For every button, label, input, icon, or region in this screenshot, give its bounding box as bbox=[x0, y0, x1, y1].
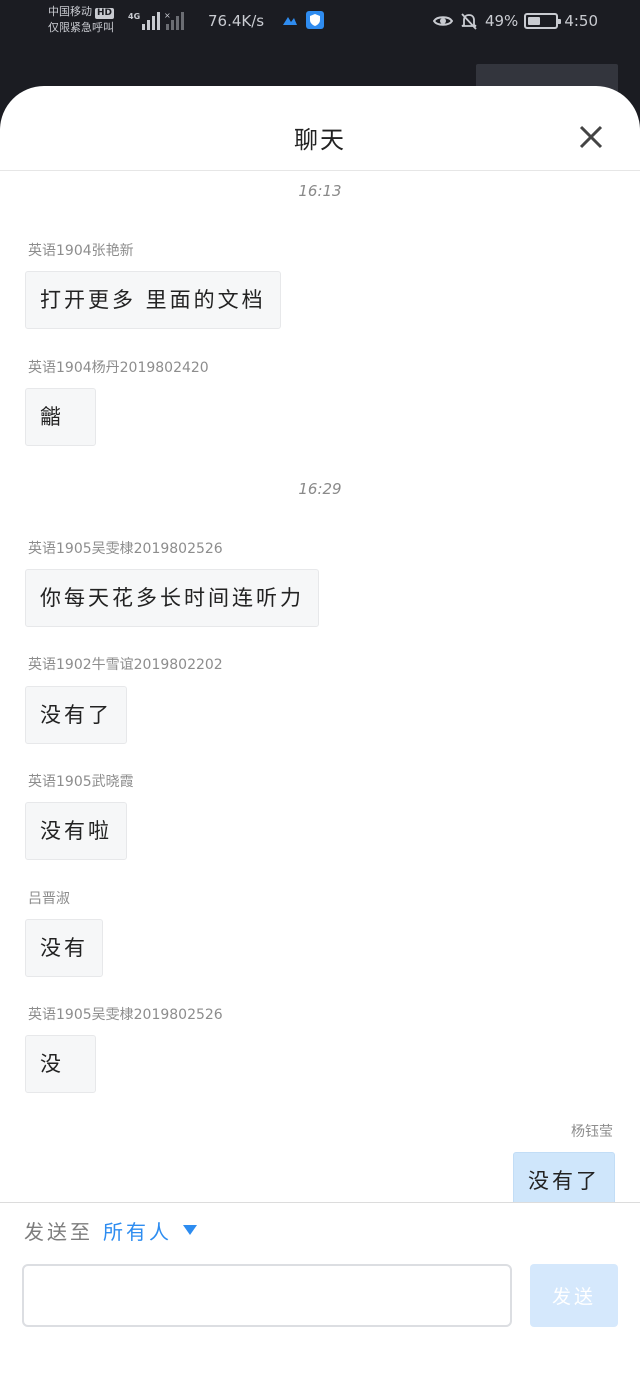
bell-off-icon bbox=[461, 13, 477, 30]
battery-fill bbox=[528, 17, 541, 25]
self-message-bubble[interactable]: 没有了 bbox=[513, 1152, 615, 1202]
eye-icon bbox=[432, 16, 453, 26]
shield-app-icon bbox=[306, 11, 324, 29]
battery-icon bbox=[524, 13, 562, 29]
message-bubble[interactable]: 没 bbox=[25, 1035, 96, 1093]
sheet-header: 聊天 bbox=[0, 86, 640, 171]
recipient-value[interactable]: 所有人 bbox=[103, 1216, 172, 1245]
battery-percent: 49% bbox=[484, 12, 519, 30]
emergency-only-text: 仅限紧急呼叫 bbox=[48, 21, 114, 34]
message-bubble[interactable]: 你每天花多长时间连听力 bbox=[25, 569, 319, 627]
carrier-name: 中国移动 bbox=[48, 5, 92, 18]
message-sender: 英语1904张艳新 bbox=[28, 243, 134, 259]
caret-down-icon[interactable] bbox=[182, 1224, 198, 1236]
message-sender: 英语1905武晓霞 bbox=[28, 774, 134, 790]
time-divider: 16:13 bbox=[298, 182, 342, 200]
message-input[interactable] bbox=[22, 1264, 512, 1327]
signal-icon: 4G × bbox=[128, 11, 184, 30]
page-title: 聊天 bbox=[294, 126, 346, 154]
close-button[interactable] bbox=[576, 122, 606, 152]
message-sender: 英语1905吴雯棣2019802526 bbox=[28, 541, 223, 557]
chat-sheet: 聊天 16:13 英语1904张艳新 打开更多 里面的文档 英语1904杨丹20… bbox=[0, 86, 640, 1386]
status-bar: 中国移动 HD 仅限紧急呼叫 4G × 76.4K/s 49% 4:50 bbox=[0, 0, 640, 44]
net-type-label: 4G bbox=[128, 12, 140, 21]
time-divider: 16:29 bbox=[298, 480, 342, 498]
send-button[interactable]: 发送 bbox=[530, 1264, 618, 1327]
hd-badge: HD bbox=[95, 8, 115, 19]
message-bubble[interactable]: 没有啦 bbox=[25, 802, 127, 860]
self-message-sender: 杨钰莹 bbox=[571, 1124, 613, 1140]
message-sender: 英语1904杨丹2019802420 bbox=[28, 360, 209, 376]
close-icon bbox=[579, 125, 603, 149]
carrier-info: 中国移动 HD 仅限紧急呼叫 bbox=[48, 4, 115, 36]
network-speed: 76.4K/s bbox=[208, 12, 265, 30]
clock: 4:50 bbox=[564, 12, 598, 30]
message-sender: 吕晋淑 bbox=[28, 891, 70, 907]
app-notification-icon bbox=[283, 17, 297, 25]
message-bubble[interactable]: 打开更多 里面的文档 bbox=[25, 271, 281, 329]
message-bubble[interactable]: 龤 bbox=[25, 388, 96, 446]
message-composer: 发送至 所有人 发送 bbox=[0, 1202, 640, 1386]
message-sender: 英语1905吴雯棣2019802526 bbox=[28, 1007, 223, 1023]
message-bubble[interactable]: 没有 bbox=[25, 919, 103, 977]
recipient-selector[interactable]: 发送至 所有人 bbox=[24, 1215, 198, 1245]
svg-text:×: × bbox=[164, 11, 171, 20]
message-bubble[interactable]: 没有了 bbox=[25, 686, 127, 744]
send-to-label: 发送至 bbox=[24, 1219, 93, 1244]
message-list[interactable]: 16:13 英语1904张艳新 打开更多 里面的文档 英语1904杨丹20198… bbox=[0, 172, 640, 1202]
message-sender: 英语1902牛雪谊2019802202 bbox=[28, 657, 223, 673]
